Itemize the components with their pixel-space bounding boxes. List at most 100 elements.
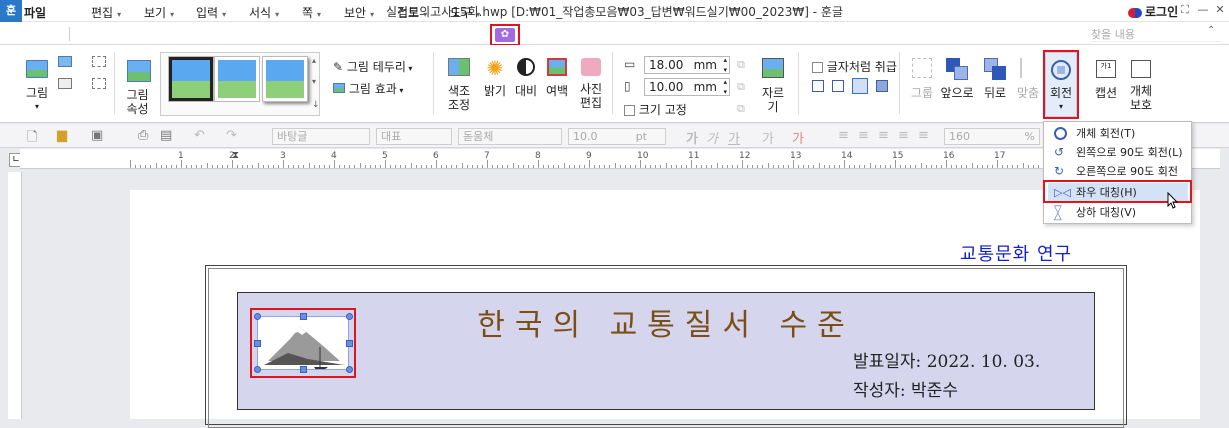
menu-page[interactable]: 쪽 ▾ <box>302 4 321 21</box>
align-justify-icon[interactable]: ≡ <box>838 128 849 143</box>
ruler-tick <box>813 165 815 168</box>
ribbon-collapse-icon[interactable]: ⌃ <box>1207 25 1215 36</box>
new-doc-icon[interactable]: 🗋 <box>27 128 37 150</box>
size-original-icon[interactable]: ⧉ <box>737 102 745 116</box>
menu-file[interactable]: 파일 <box>24 4 46 21</box>
width-input[interactable]: 18.00 mm ▴ ▾ <box>644 56 730 74</box>
style-thumb-1[interactable] <box>168 56 214 102</box>
menu-item-rotate-right[interactable]: ↻오른쪽으로 90도 회전(R) <box>1048 162 1188 198</box>
ruler-tick <box>731 165 733 168</box>
search-input[interactable]: 찾을 내용 <box>1091 26 1221 42</box>
ruler-tick <box>645 165 647 168</box>
fullscreen-icon[interactable]: ⛶ <box>1178 3 1192 17</box>
picture-props-button[interactable]: 그림 속성 <box>124 60 151 116</box>
resize-handle[interactable] <box>346 313 353 320</box>
picture-effect-button[interactable]: 그림 효과 ▾ <box>333 80 403 97</box>
menu-review[interactable]: 검토 ▾ <box>397 4 427 21</box>
minimize-icon[interactable]: — <box>1196 3 1210 17</box>
align-right-icon[interactable]: ≡ <box>898 128 909 143</box>
align-button[interactable]: 맞춤 <box>1014 58 1042 100</box>
italic-icon[interactable]: 가 <box>706 128 718 147</box>
redo-icon[interactable]: ↷ <box>226 128 237 143</box>
ruler-tick <box>247 165 249 168</box>
picture-border-button[interactable]: ✎ 그림 테두리 ▾ <box>333 58 412 75</box>
menu-item-rotate-left[interactable]: ↺ 왼쪽으로 90도 회전(L) <box>1048 143 1188 162</box>
fix-size-checkbox[interactable]: 크기 고정 <box>624 101 687 118</box>
picture-insert-icon[interactable] <box>58 56 72 67</box>
size-reset-icon[interactable]: ⧉ <box>737 80 745 94</box>
wrap-behind-icon[interactable] <box>852 78 868 94</box>
ruler-tick <box>895 160 896 168</box>
picture-select-icon[interactable] <box>92 78 106 89</box>
gallery-more-icon[interactable]: ▾ <box>312 77 316 86</box>
protect-button[interactable]: 개체 보호 <box>1126 60 1156 112</box>
bold-icon[interactable]: 가 <box>686 128 698 147</box>
ruler-number: 13 <box>790 151 802 161</box>
wrap-square-icon[interactable] <box>812 80 824 92</box>
ruler-tick <box>385 160 386 168</box>
ruler-tick <box>481 165 483 168</box>
resize-handle[interactable] <box>254 340 261 347</box>
caption-button[interactable]: 가1 캡션 <box>1092 60 1120 100</box>
menu-insert[interactable]: 입력 ▾ <box>196 4 226 21</box>
resize-handle[interactable] <box>346 340 353 347</box>
height-input[interactable]: 10.00 mm ▴ ▾ <box>644 78 730 96</box>
wrap-front-icon[interactable] <box>876 80 888 92</box>
contrast-button[interactable]: 대비 <box>513 58 539 98</box>
align-center-icon[interactable]: ≡ <box>878 128 889 143</box>
zoom-input[interactable]: 160% <box>944 128 1040 145</box>
style-thumb-3[interactable] <box>262 56 308 102</box>
style-thumb-2[interactable] <box>214 56 260 102</box>
crop-button[interactable]: 자르기 <box>758 58 788 114</box>
ruler-tick <box>135 165 137 168</box>
ruler-tick <box>1012 165 1014 168</box>
login-button[interactable]: 로그인 <box>1128 3 1178 20</box>
open-folder-icon[interactable]: ▆ <box>57 128 67 143</box>
group-button[interactable]: 그룹 <box>908 58 936 100</box>
color-adjust-button[interactable]: 색조 조정 <box>444 58 474 112</box>
gallery-up-icon[interactable]: ▴ <box>312 56 316 65</box>
resize-handle[interactable] <box>300 366 307 373</box>
undo-icon[interactable]: ↶ <box>194 128 205 143</box>
strike-icon[interactable]: 가 <box>762 128 774 147</box>
style-select[interactable]: 바탕글 <box>272 128 370 145</box>
menu-security[interactable]: 보안 ▾ <box>344 4 374 21</box>
align-left-icon[interactable]: ≡ <box>858 128 869 143</box>
picture-save-icon[interactable] <box>92 56 106 67</box>
save-icon[interactable]: ▣ <box>91 128 103 143</box>
preview-icon[interactable]: ▤ <box>160 128 172 143</box>
margin-button[interactable]: 여백 <box>543 58 571 98</box>
print-icon[interactable]: ⎙ <box>138 128 148 143</box>
treat-as-char-checkbox[interactable]: 글자처럼 취급 <box>812 58 897 75</box>
resize-handle[interactable] <box>254 366 261 373</box>
picture-context-tab[interactable]: ✿ <box>490 24 520 46</box>
menu-format[interactable]: 서식 ▾ <box>249 4 279 21</box>
resize-handle[interactable] <box>346 366 353 373</box>
align-distribute-icon[interactable]: ≡ <box>918 128 929 143</box>
menu-item-rotate-object[interactable]: 개체 회전(T) <box>1048 124 1188 143</box>
send-backward-button[interactable]: 뒤로 <box>980 58 1010 100</box>
menu-edit[interactable]: 편집 ▾ <box>91 4 121 21</box>
underline-icon[interactable]: 가 <box>728 128 740 147</box>
brightness-button[interactable]: ✺ 밝기 <box>480 58 510 98</box>
gallery-expand-icon[interactable]: ↓ <box>312 100 320 110</box>
rotate-right-icon: ↻ <box>1054 164 1065 178</box>
resize-handle[interactable] <box>254 313 261 320</box>
menu-tools[interactable]: 도구 ▾ <box>450 4 480 21</box>
picture-replace-icon[interactable] <box>58 78 72 89</box>
font-select[interactable]: 돋움체 <box>458 128 562 145</box>
font-color-icon[interactable]: 가 <box>792 128 804 147</box>
login-label: 로그인 <box>1145 5 1179 19</box>
ruler-number: 11 <box>688 151 700 161</box>
wrap-tight-icon[interactable] <box>832 80 844 92</box>
lock-ratio-icon[interactable]: ⧉ <box>737 58 745 72</box>
language-select[interactable]: 대표 <box>376 128 452 145</box>
close-icon[interactable]: ✕ <box>1213 3 1227 17</box>
resize-handle[interactable] <box>300 313 307 320</box>
font-size-input[interactable]: 10.0 pt <box>568 128 666 145</box>
indent-marker-icon[interactable]: ⧗ <box>232 150 239 161</box>
bring-forward-button[interactable]: 앞으로 <box>940 58 974 100</box>
photo-edit-button[interactable]: 사진 편집 <box>577 58 605 110</box>
picture-button[interactable]: 그림 ▾ <box>26 60 48 114</box>
menu-view[interactable]: 보기 ▾ <box>144 4 174 21</box>
